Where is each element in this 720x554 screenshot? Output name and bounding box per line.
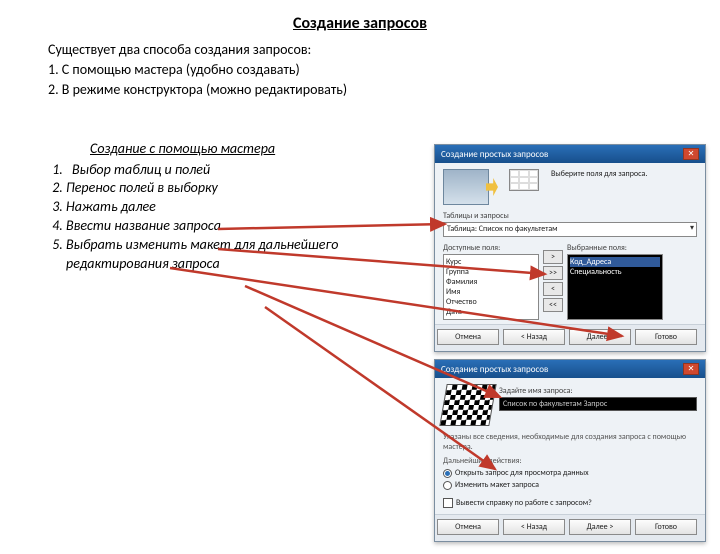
tables-label: Таблицы и запросы (443, 211, 697, 221)
cancel-button[interactable]: Отмена (437, 329, 499, 345)
cancel-button[interactable]: Отмена (437, 519, 499, 535)
intro-lead: Существует два способа создания запросов… (48, 41, 720, 59)
list-item[interactable]: Группа (446, 267, 536, 277)
available-fields-list[interactable]: Курс Группа Фамилия Имя Отчество Дата (443, 254, 539, 320)
wizard-dialog-fields: Создание простых запросов ✕ Выберите пол… (434, 144, 706, 352)
dialog1-title: Создание простых запросов (441, 149, 548, 160)
wizard-dialog-name: Создание простых запросов ✕ Задайте имя … (434, 359, 706, 542)
list-item[interactable]: Имя (446, 287, 536, 297)
wizard-steps: Выбор таблиц и полей Перенос полей в выб… (48, 161, 366, 274)
list-item[interactable]: Отчество (446, 297, 536, 307)
list-item[interactable]: Специальность (570, 267, 660, 277)
query-name-label: Задайте имя запроса: (499, 386, 697, 396)
page-title: Создание запросов (0, 14, 720, 33)
dialog2-hint1: Указаны все сведения, необходимые для со… (443, 432, 697, 452)
intro-block: Существует два способа создания запросов… (48, 41, 720, 100)
help-check-row[interactable]: Вывести справку по работе с запросом? (443, 498, 697, 508)
query-name-input[interactable]: Список по факультетам Запрос (499, 397, 697, 411)
list-item[interactable]: Фамилия (446, 277, 536, 287)
close-icon[interactable]: ✕ (683, 363, 699, 375)
checkbox-icon (443, 498, 453, 508)
wizard-icon (443, 169, 489, 205)
dialog2-titlebar: Создание простых запросов ✕ (435, 360, 705, 378)
list-item[interactable]: Курс (446, 257, 536, 267)
radio-edit-row[interactable]: Изменить макет запроса (443, 480, 697, 490)
finish-button[interactable]: Готово (635, 329, 697, 345)
list-item[interactable]: Дата (446, 307, 536, 317)
next-button[interactable]: Далее > (569, 329, 631, 345)
dialog2-hint2: Дальнейшие действия: (443, 456, 697, 466)
move-all-left-button[interactable]: << (543, 298, 563, 312)
move-left-button[interactable]: < (543, 282, 563, 296)
move-all-right-button[interactable]: >> (543, 266, 563, 280)
radio-icon (443, 469, 452, 478)
step-4: Ввести название запроса (66, 217, 366, 236)
grid-icon (509, 169, 539, 191)
back-button[interactable]: < Назад (503, 519, 565, 535)
help-check-label: Вывести справку по работе с запросом? (456, 498, 592, 508)
radio-open-label: Открыть запрос для просмотра данных (455, 468, 589, 478)
radio-edit-label: Изменить макет запроса (455, 480, 539, 490)
step-5: Выбрать изменить макет для дальнейшего р… (66, 236, 366, 274)
dialog2-title: Создание простых запросов (441, 364, 548, 375)
intro-item-2: 2. В режиме конструктора (можно редактир… (48, 81, 720, 99)
close-icon[interactable]: ✕ (683, 148, 699, 160)
intro-item-1: 1. С помощью мастера (удобно создавать) (48, 61, 720, 79)
move-right-button[interactable]: > (543, 250, 563, 264)
back-button[interactable]: < Назад (503, 329, 565, 345)
step-2: Перенос полей в выборку (66, 179, 366, 198)
selected-fields-list[interactable]: Код_Адреса Специальность (567, 254, 663, 320)
step-1: Выбор таблиц и полей (66, 161, 366, 180)
avail-label: Доступные поля: (443, 243, 539, 253)
step-3: Нажать далее (66, 198, 366, 217)
dialog1-hint: Выберите поля для запроса. (545, 169, 697, 179)
radio-icon (443, 481, 452, 490)
next-button[interactable]: Далее > (569, 519, 631, 535)
selected-label: Выбранные поля: (567, 243, 663, 253)
tables-combo[interactable]: Таблица: Список по факультетам (443, 222, 697, 237)
radio-open-row[interactable]: Открыть запрос для просмотра данных (443, 468, 697, 478)
finish-flag-icon (439, 384, 496, 426)
dialog1-titlebar: Создание простых запросов ✕ (435, 145, 705, 163)
list-item[interactable]: Код_Адреса (570, 257, 660, 267)
finish-button[interactable]: Готово (635, 519, 697, 535)
